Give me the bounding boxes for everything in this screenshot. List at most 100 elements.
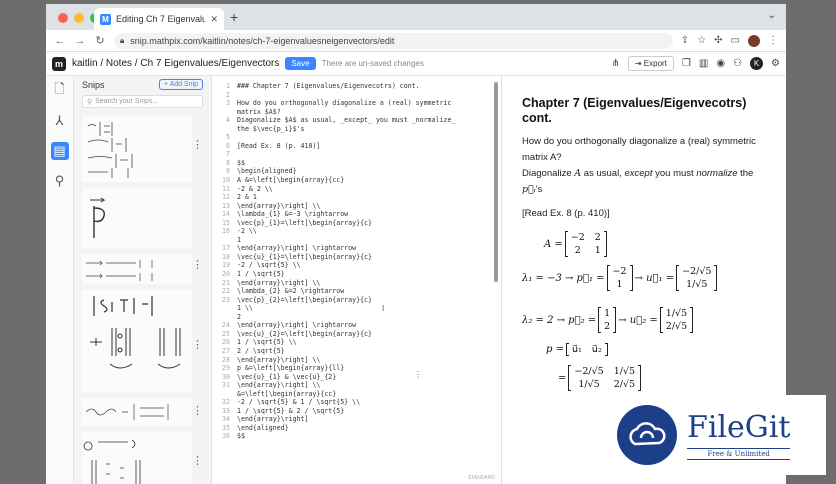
reload-icon[interactable]: ↻ [94,34,106,47]
copy-icon[interactable]: ❐ [682,58,691,69]
address-bar[interactable]: 🔒︎ snip.mathpix.com/kaitlin/notes/ch-7-e… [114,32,673,49]
code-line[interactable]: 17 \end{array}\right] \rightarrow [212,244,492,253]
code-line[interactable]: 10 A &=\left[\begin{array}{cc} [212,176,492,185]
line-number: 4 [226,116,230,125]
code-line[interactable]: 4 Diagonalize $A$ as usual, _except_ you … [212,116,492,125]
snip-thumbnail[interactable] [82,290,192,392]
address-toolbar: ← → ↻ 🔒︎ snip.mathpix.com/kaitlin/notes/… [46,30,786,52]
profile-avatar[interactable] [748,34,760,47]
code-line[interactable]: 16 -2 \\ [212,227,492,236]
tab-search-chevron-icon[interactable]: ⌄ [768,10,776,21]
sidebar-icon[interactable]: ▭ [731,35,740,46]
snips-icon[interactable]: ▤ [50,142,69,160]
snip-menu-icon[interactable]: ⋮ [192,258,203,271]
code-line[interactable]: 27 2 / \sqrt{5} [212,347,492,356]
code-line[interactable]: 12 2 & 1 [212,193,492,202]
tab-title: Editing Ch 7 Eigenvalues/Eigen [116,14,206,24]
code-line[interactable]: 8 $$ [212,159,492,168]
snip-thumbnail[interactable] [82,432,192,484]
search-icon[interactable]: ⚲ [51,172,69,190]
extensions-puzzle-icon[interactable]: ✣ [714,35,722,46]
code-line[interactable]: 15 \vec{p}_{1}=\left[\begin{array}{c} [212,219,492,228]
settings-gear-icon[interactable]: ⚙ [771,58,780,69]
share-icon[interactable]: ⇪ [681,35,689,46]
code-line[interactable]: 18 \vec{u}_{1}=\left[\begin{array}{c} [212,253,492,262]
code-text: &=\left[\begin{array}{cc} [237,389,337,398]
add-snip-button[interactable]: + Add Snip [158,79,203,90]
share-network-icon[interactable]: ⋔ [611,58,619,69]
bookmark-star-icon[interactable]: ☆ [697,35,706,46]
code-line[interactable]: 30 \vec{u}_{1} & \vec{u}_{2} [212,373,492,382]
code-text: 2 & 1 [237,193,257,202]
snip-thumbnail[interactable] [82,116,192,182]
snip-menu-icon[interactable]: ⋮ [192,138,203,151]
menu-dots-icon[interactable]: ⋮ [768,35,778,46]
code-line[interactable]: 35 \end{aligned} [212,424,492,433]
code-lines[interactable]: 1 ### Chapter 7 (Eigenvalues/Eigenvecotrs… [212,82,492,441]
code-line[interactable]: 3 How do you orthogonally diagonalize a (… [212,99,492,108]
document-icon[interactable]: 🗋︎ [51,81,69,100]
layout-columns-icon[interactable]: ▥ [699,58,708,69]
code-line[interactable]: &=\left[\begin{array}{cc} [212,390,492,399]
collaborators-icon[interactable]: ⚇ [733,58,742,69]
code-line[interactable]: 28 \end{array}\right] \\ [212,356,492,365]
snips-search-placeholder: Search your Snips... [95,98,159,105]
snip-thumbnail[interactable] [82,254,192,284]
code-line[interactable]: 11 -2 & 2 \\ [212,185,492,194]
code-line[interactable]: 1 [212,236,492,245]
code-line[interactable]: 22 \lambda_{2} &=2 \rightarrow [212,287,492,296]
code-line[interactable]: 6 [Read Ex. 8 (p. 410)] [212,142,492,151]
breadcrumb[interactable]: kaitlin / Notes / Ch 7 Eigenvalues/Eigen… [72,58,279,69]
code-line[interactable]: 32 -2 / \sqrt{5} & 1 / \sqrt{5} \\ [212,398,492,407]
code-line[interactable]: 29 p &=\left[\begin{array}{ll} [212,364,492,373]
forward-arrow-icon[interactable]: → [74,35,86,47]
close-window-button[interactable] [58,13,68,23]
new-tab-icon[interactable]: + [230,9,238,25]
code-line[interactable]: 7 [212,150,492,159]
markdown-editor[interactable]: 1 ### Chapter 7 (Eigenvalues/Eigenvecotrs… [212,76,502,484]
snip-menu-icon[interactable]: ⋮ [192,454,203,467]
line-number: 35 [222,423,230,432]
code-line[interactable]: 2 [212,91,492,100]
code-line[interactable]: 19 -2 / \sqrt{5} \\ [212,261,492,270]
code-line[interactable]: 36 $$ [212,432,492,441]
code-line[interactable]: matrix $A$? [212,108,492,117]
code-line[interactable]: 23 \vec{p}_{2}=\left[\begin{array}{c} [212,296,492,305]
code-line[interactable]: 24 \end{array}\right] \rightarrow [212,321,492,330]
code-text: \end{array}\right] \\ [237,201,321,210]
browser-tab[interactable]: M Editing Ch 7 Eigenvalues/Eigen ✕ [94,8,224,30]
drag-handle-icon[interactable]: ⋮ [414,370,422,379]
code-line[interactable]: the $\vec{p_i}$'s [212,125,492,134]
minimize-window-button[interactable] [74,13,84,23]
matrix-P-columns: u⃗₁ u⃗₂ [565,343,608,356]
tab-close-icon[interactable]: ✕ [210,14,218,25]
code-line[interactable]: 2 [212,313,492,322]
code-line[interactable]: 34 \end{array}\right] [212,415,492,424]
code-line[interactable]: 21 \end{array}\right] \\ [212,279,492,288]
code-line[interactable]: 5 [212,133,492,142]
code-line[interactable]: 9 \begin{aligned} [212,167,492,176]
save-button[interactable]: Save [285,57,316,70]
code-line[interactable]: 1 ### Chapter 7 (Eigenvalues/Eigenvecotrs… [212,82,492,91]
code-line[interactable]: 26 1 / \sqrt{5} \\ [212,338,492,347]
snips-search-input[interactable]: ⚲ Search your Snips... [82,95,203,108]
mathpix-logo-icon[interactable]: m [52,56,66,71]
pdf-icon[interactable]: ⅄ [51,112,69,130]
export-button[interactable]: ⇥ Export [627,56,674,71]
code-line[interactable]: 33 1 / \sqrt{5} & 2 / \sqrt{5} [212,407,492,416]
code-line[interactable]: 13 \end{array}\right] \\ [212,202,492,211]
preview-eye-icon[interactable]: ◉ [716,58,725,69]
snip-menu-icon[interactable]: ⋮ [192,404,203,417]
back-arrow-icon[interactable]: ← [54,35,66,47]
snip-thumbnail[interactable] [82,188,192,248]
code-line[interactable]: 31 \end{array}\right] \\ [212,381,492,390]
user-avatar[interactable]: K [750,57,764,70]
code-line[interactable]: 1 \\ [212,304,492,313]
snip-thumbnail[interactable] [82,398,192,426]
snip-menu-icon[interactable]: ⋮ [192,338,203,351]
code-line[interactable]: 25 \vec{u}_{2}=\left[\begin{array}{c} [212,330,492,339]
code-line[interactable]: 20 1 / \sqrt{5} [212,270,492,279]
editor-scrollbar[interactable] [494,82,498,282]
line-number: 12 [222,193,230,202]
code-line[interactable]: 14 \lambda_{1} &=-3 \rightarrow [212,210,492,219]
